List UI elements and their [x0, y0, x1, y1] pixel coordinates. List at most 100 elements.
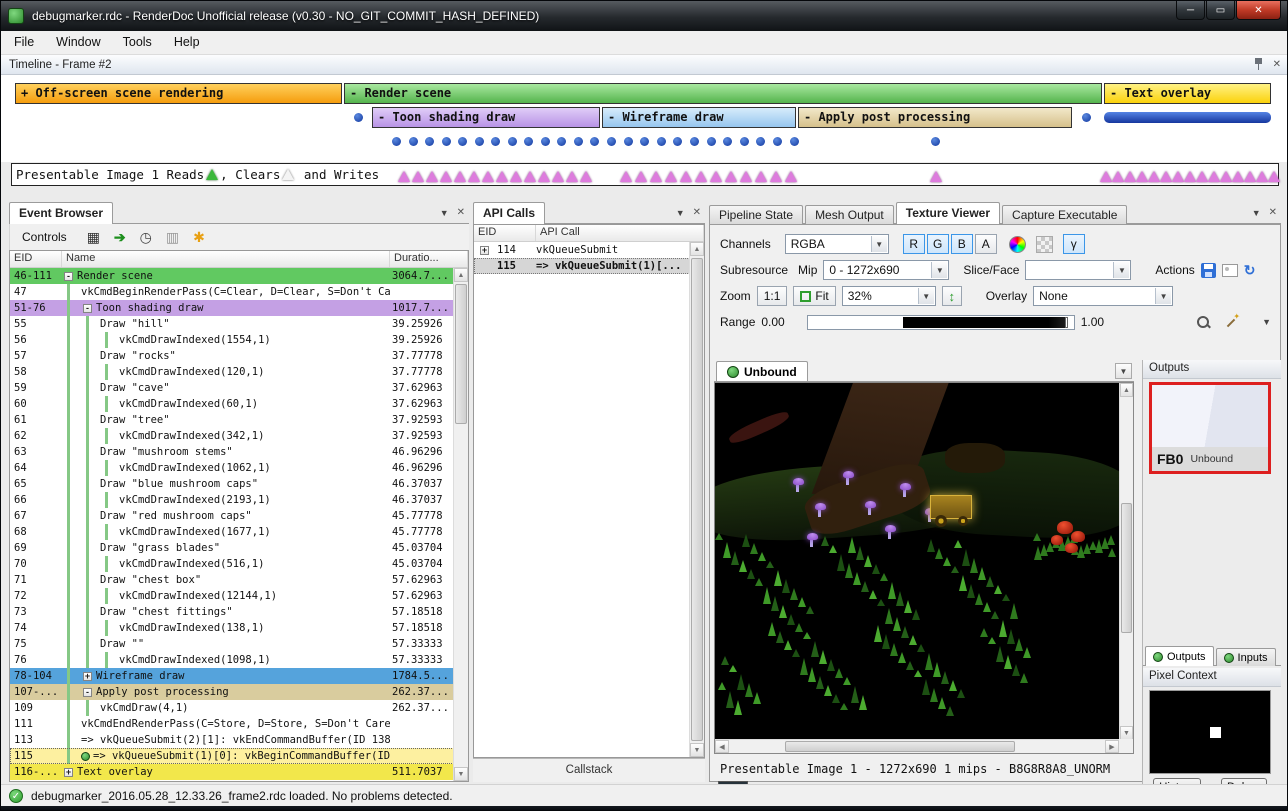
drawcall-dot[interactable]	[673, 137, 682, 146]
drawcall-dot[interactable]	[590, 137, 599, 146]
write-triangle-icon[interactable]	[665, 171, 677, 182]
texture-image[interactable]	[715, 383, 1119, 739]
event-row[interactable]: 76vkCmdDrawIndexed(1098,1)57.33333	[10, 652, 468, 668]
write-triangle-icon[interactable]	[725, 171, 737, 182]
write-triangle-icon[interactable]	[785, 171, 797, 182]
event-row[interactable]: 71Draw "chest box"57.62963	[10, 572, 468, 588]
close-icon[interactable]: ✕	[457, 207, 465, 218]
close-button[interactable]: ✕	[1236, 1, 1281, 20]
event-row[interactable]: 115=> vkQueueSubmit(1)[0]: vkBeginComman…	[10, 748, 468, 764]
menu-help[interactable]: Help	[163, 31, 211, 54]
drawcall-dot[interactable]	[607, 137, 616, 146]
write-triangle-icon[interactable]	[710, 171, 722, 182]
scroll-down-icon[interactable]: ▼	[690, 743, 704, 757]
write-triangle-icon[interactable]	[552, 171, 564, 182]
tab-event-browser[interactable]: Event Browser	[9, 202, 113, 224]
event-row[interactable]: 58vkCmdDrawIndexed(120,1)37.77778	[10, 364, 468, 380]
expander-minus-icon[interactable]: -	[83, 304, 92, 313]
zoom-fit-button[interactable]: Fit	[793, 286, 835, 306]
timeline-frame-bar[interactable]: + Off-screen scene rendering	[15, 83, 342, 104]
event-row[interactable]: 65Draw "blue mushroom caps"46.37037	[10, 476, 468, 492]
write-triangle-icon[interactable]	[755, 171, 767, 182]
range-min-value[interactable]: 0.00	[761, 315, 784, 329]
timeline-frame-bar[interactable]: - Text overlay	[1104, 83, 1271, 104]
pin-icon[interactable]	[1254, 58, 1263, 71]
event-row[interactable]: 51-76-Toon shading draw1017.7...	[10, 300, 468, 316]
menu-window[interactable]: Window	[45, 31, 111, 54]
drawcall-dot[interactable]	[508, 137, 517, 146]
scrollbar-thumb[interactable]	[691, 258, 703, 741]
range-max-value[interactable]: 1.00	[1081, 315, 1104, 329]
write-triangle-icon[interactable]	[412, 171, 424, 182]
event-row[interactable]: 60vkCmdDrawIndexed(60,1)37.62963	[10, 396, 468, 412]
write-triangle-icon[interactable]	[398, 171, 410, 182]
scroll-up-icon[interactable]: ▲	[454, 268, 468, 282]
scroll-up-icon[interactable]: ▲	[1120, 383, 1133, 397]
write-triangle-icon[interactable]	[1268, 171, 1280, 182]
fb0-thumbnail-item[interactable]: FB0 Unbound	[1149, 382, 1271, 474]
write-triangle-icon[interactable]	[580, 171, 592, 182]
api-call-row[interactable]: +114vkQueueSubmit	[474, 242, 704, 258]
drawcall-dot[interactable]	[491, 137, 500, 146]
write-triangle-icon[interactable]	[1256, 171, 1268, 182]
drawcall-dot[interactable]	[354, 113, 363, 122]
event-row[interactable]: 113=> vkQueueSubmit(2)[1]: vkEndCommandB…	[10, 732, 468, 748]
tab-outputs[interactable]: Outputs	[1145, 646, 1214, 666]
drawcall-dot[interactable]	[690, 137, 699, 146]
drawcall-dot[interactable]	[541, 137, 550, 146]
event-scrollbar[interactable]: ▲ ▼	[453, 268, 468, 781]
write-triangle-icon[interactable]	[1112, 171, 1124, 182]
api-table-header[interactable]: EID API Call	[474, 225, 704, 242]
chevron-down-icon[interactable]: ▼	[676, 208, 685, 218]
expander-plus-icon[interactable]: +	[83, 672, 92, 681]
write-triangle-icon[interactable]	[426, 171, 438, 182]
scroll-down-icon[interactable]: ▼	[1120, 726, 1133, 740]
event-row[interactable]: 68vkCmdDrawIndexed(1677,1)45.77778	[10, 524, 468, 540]
viewer-hscrollbar[interactable]: ◀ ▶	[715, 739, 1119, 753]
timeline-body[interactable]: + Off-screen scene rendering- Render sce…	[1, 75, 1287, 162]
drawcall-dot[interactable]	[1082, 113, 1091, 122]
drawcall-dot[interactable]	[475, 137, 484, 146]
zoom-combo[interactable]: 32%▼	[842, 286, 936, 306]
drawcall-dot[interactable]	[624, 137, 633, 146]
title-bar[interactable]: debugmarker.rdc - RenderDoc Unofficial r…	[1, 1, 1287, 31]
write-triangle-icon[interactable]	[1124, 171, 1136, 182]
range-slider[interactable]	[807, 315, 1075, 330]
toolbar-overflow-icon[interactable]: ▼	[1262, 317, 1271, 327]
chevron-down-icon[interactable]: ▼	[440, 208, 449, 218]
scroll-down-icon[interactable]: ▼	[454, 767, 468, 781]
pixel-context-view[interactable]	[1149, 690, 1271, 774]
write-triangle-icon[interactable]	[440, 171, 452, 182]
write-triangle-icon[interactable]	[620, 171, 632, 182]
expander-plus-icon[interactable]: +	[480, 246, 489, 255]
event-row[interactable]: 57Draw "rocks"37.77778	[10, 348, 468, 364]
mip-combo[interactable]: 0 - 1272x690▼	[823, 260, 949, 280]
jump-to-eid-icon[interactable]: ➔	[114, 230, 126, 244]
write-triangle-icon[interactable]	[930, 171, 942, 182]
viewer-vscrollbar[interactable]: ▲ ▼	[1119, 383, 1133, 740]
expander-minus-icon[interactable]: -	[83, 688, 92, 697]
filter-icon[interactable]: ▦	[87, 230, 100, 244]
autofit-range-icon[interactable]	[1225, 315, 1240, 330]
close-icon[interactable]: ✕	[693, 207, 701, 218]
flip-y-button[interactable]: ↕	[942, 286, 962, 306]
write-triangle-icon[interactable]	[635, 171, 647, 182]
event-row[interactable]: 46-111-Render scene3064.7...	[10, 268, 468, 284]
timeline-marker-bar[interactable]: - Apply post processing	[798, 107, 1072, 128]
api-scrollbar[interactable]: ▲ ▼	[689, 242, 704, 757]
close-panel-icon[interactable]: ✕	[1273, 59, 1281, 70]
texture-list-chevron-icon[interactable]: ▼	[1115, 363, 1132, 379]
drawcall-dot[interactable]	[740, 137, 749, 146]
event-row[interactable]: 64vkCmdDrawIndexed(1062,1)46.96296	[10, 460, 468, 476]
write-triangle-icon[interactable]	[695, 171, 707, 182]
drawcall-dot[interactable]	[657, 137, 666, 146]
event-row[interactable]: 67Draw "red mushroom caps"45.77778	[10, 508, 468, 524]
tab-texture-viewer[interactable]: Texture Viewer	[896, 202, 1000, 224]
write-triangle-icon[interactable]	[740, 171, 752, 182]
goto-resource-icon[interactable]: ↻	[1244, 263, 1256, 277]
scrollbar-thumb[interactable]	[785, 741, 1015, 752]
drawcall-dot[interactable]	[790, 137, 799, 146]
drawcall-dot[interactable]	[574, 137, 583, 146]
event-row[interactable]: 69Draw "grass blades"45.03704	[10, 540, 468, 556]
zoom-range-icon[interactable]	[1196, 315, 1211, 330]
